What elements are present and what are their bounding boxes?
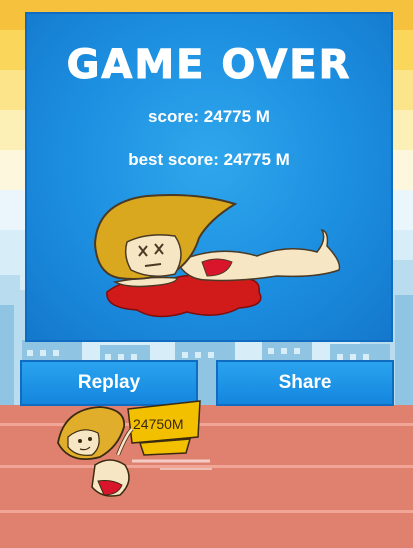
distance-sign-label: 24750M [133, 416, 184, 432]
game-over-title: GAME OVER [66, 42, 352, 89]
game-over-panel: GAME OVER score: 24775 M best score: 247… [25, 12, 393, 342]
runner-face [67, 429, 100, 456]
fallen-character-illustration [93, 194, 341, 318]
share-button[interactable]: Share [216, 360, 394, 406]
score-text: score: 24775 M [148, 107, 270, 126]
character-body [175, 228, 341, 282]
best-score-text: best score: 24775 M [128, 150, 290, 169]
replay-button-label: Replay [77, 372, 141, 393]
runner-character [57, 400, 212, 497]
share-button-label: Share [278, 372, 332, 393]
character-face [124, 234, 182, 277]
